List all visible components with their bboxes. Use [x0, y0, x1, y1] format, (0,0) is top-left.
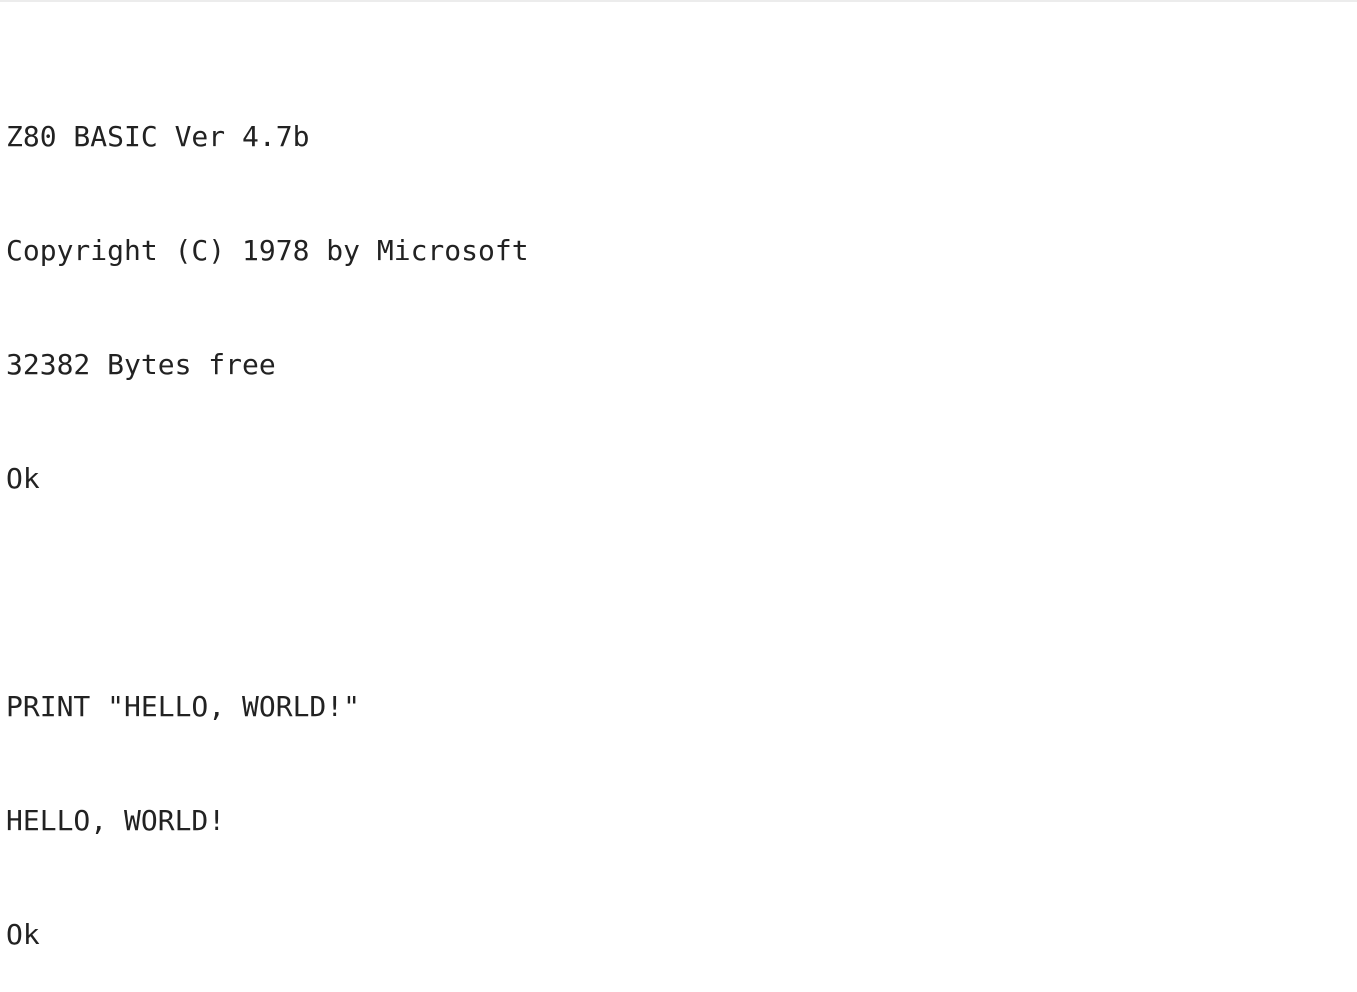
- banner-version-line: Z80 BASIC Ver 4.7b: [6, 120, 310, 153]
- memory-free-line: 32382 Bytes free: [6, 348, 276, 381]
- ok-prompt-line: Ok: [6, 462, 40, 495]
- top-border: [0, 0, 1357, 2]
- ok-prompt-line-final: Ok: [6, 918, 40, 951]
- command-line: PRINT "HELLO, WORLD!": [6, 690, 361, 723]
- terminal-output[interactable]: Z80 BASIC Ver 4.7b Copyright (C) 1978 by…: [6, 42, 1346, 992]
- program-output-line: HELLO, WORLD!: [6, 804, 226, 837]
- banner-copyright-line: Copyright (C) 1978 by Microsoft: [6, 234, 529, 267]
